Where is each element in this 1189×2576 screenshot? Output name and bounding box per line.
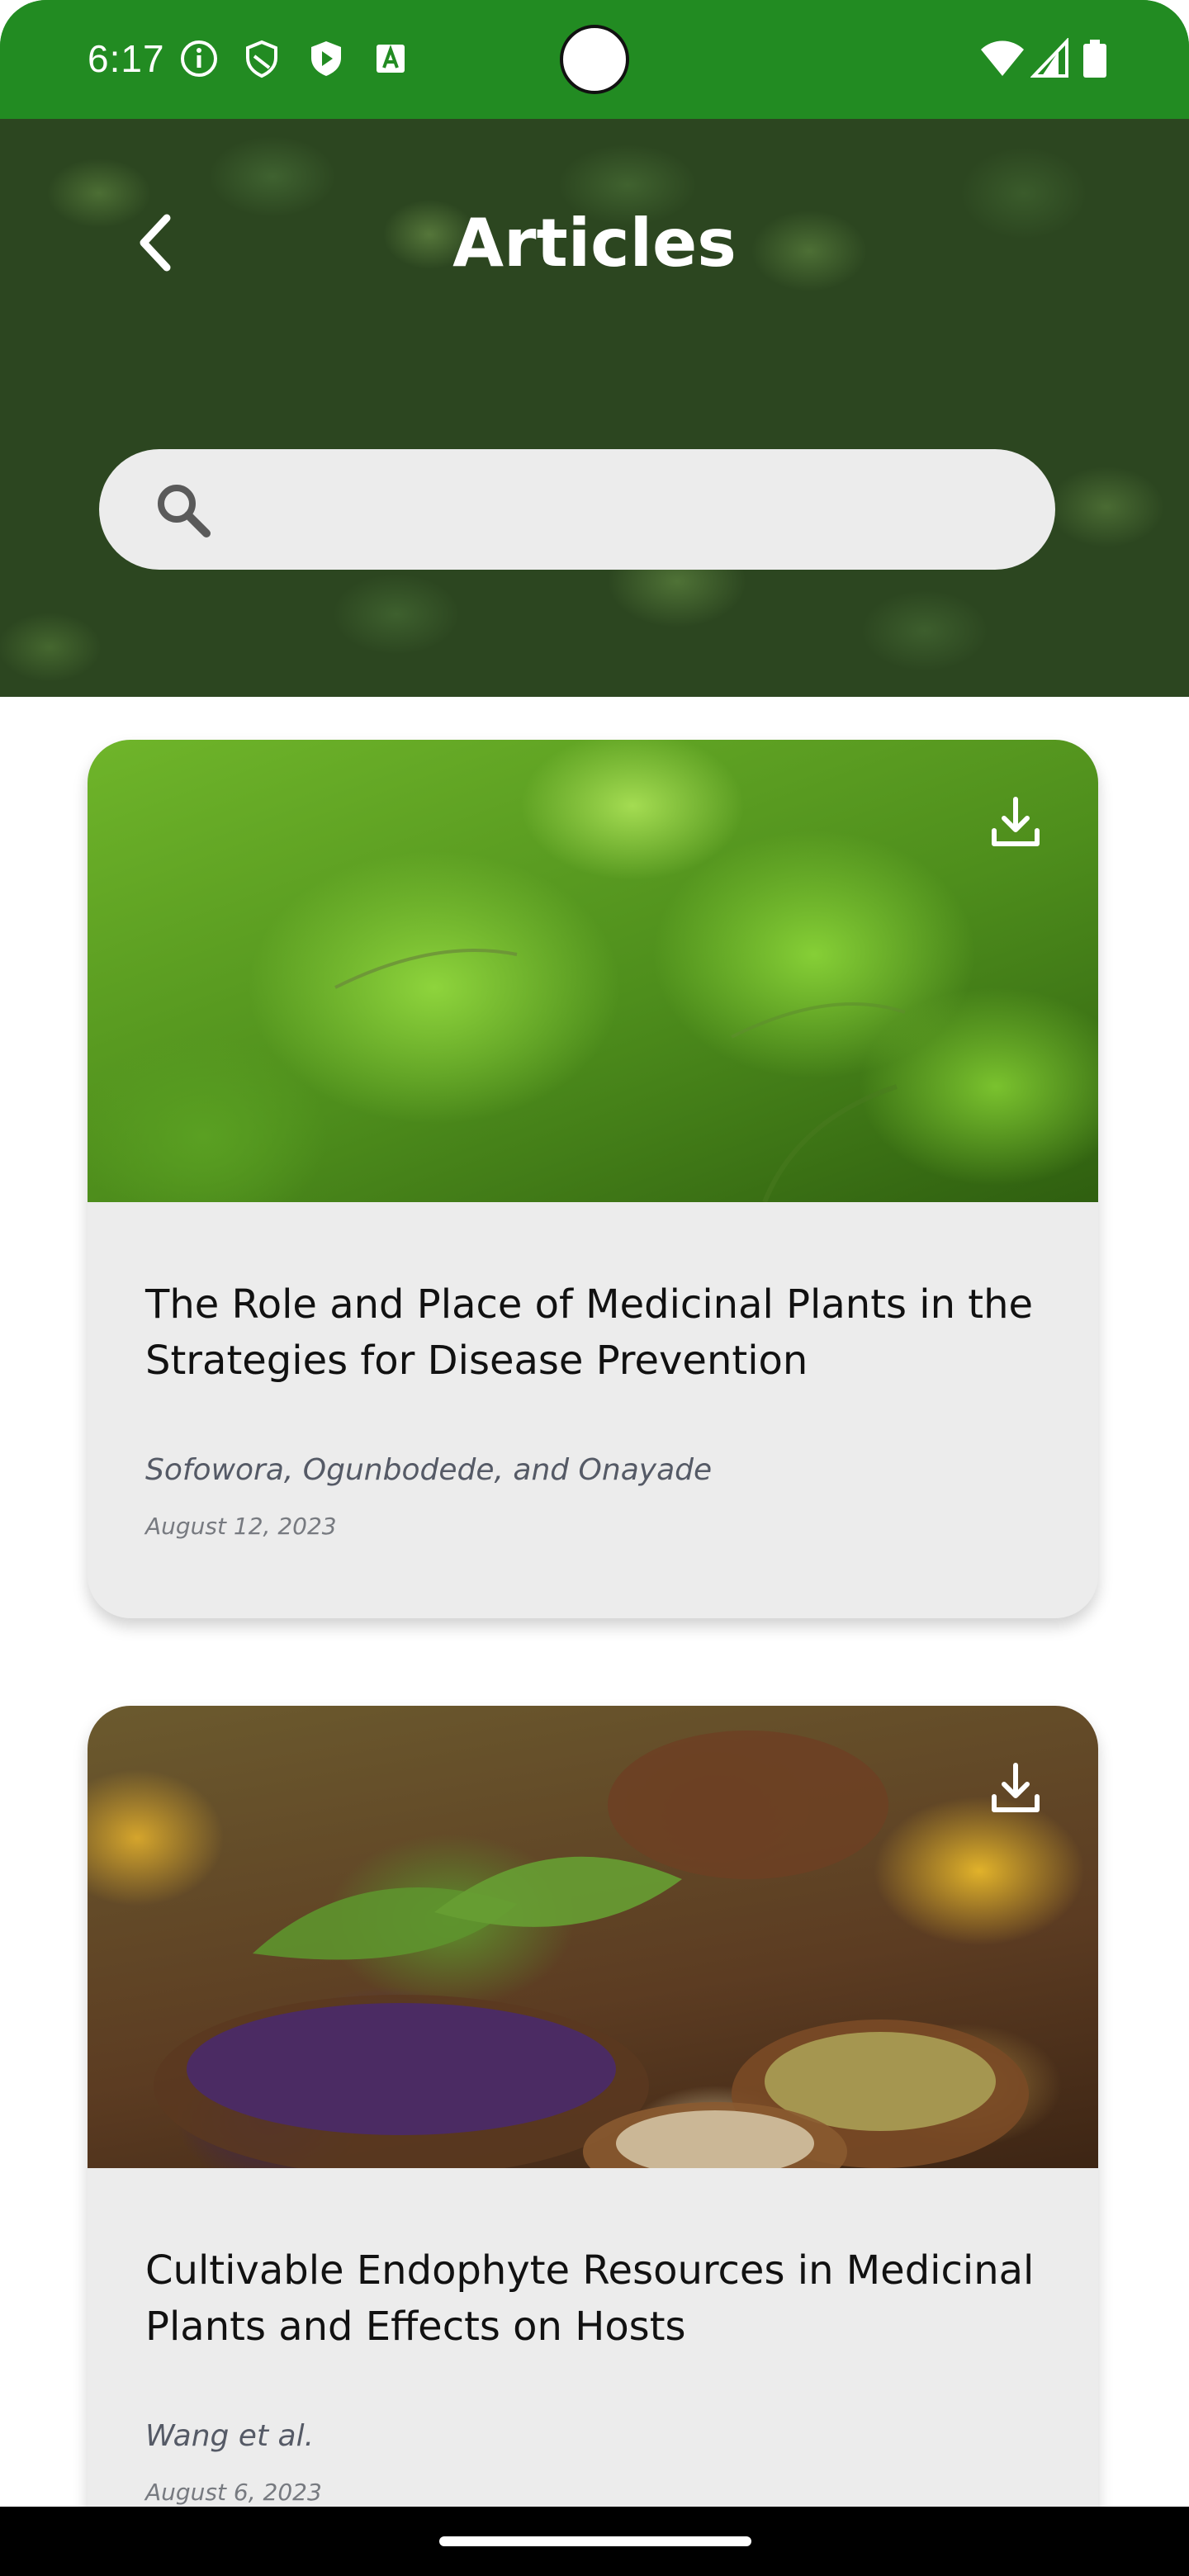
download-button[interactable] — [986, 793, 1045, 852]
download-icon — [992, 1763, 1040, 1812]
page-title: Articles — [452, 205, 737, 282]
status-bar: 6:17 — [0, 0, 1189, 119]
article-authors: Wang et al. — [145, 2419, 315, 2453]
search-icon — [158, 485, 211, 537]
article-card[interactable]: The Role and Place of Medicinal Plants i… — [88, 740, 1098, 1618]
download-button[interactable] — [986, 1759, 1045, 1818]
article-title: The Role and Place of Medicinal Plants i… — [145, 1281, 1034, 1384]
search-bar[interactable] — [99, 449, 1055, 570]
wifi-icon — [981, 40, 1024, 76]
article-date: August 12, 2023 — [145, 1513, 337, 1540]
home-gesture-handle[interactable] — [439, 2536, 751, 2546]
download-icon — [992, 797, 1040, 846]
article-date: August 6, 2023 — [145, 2479, 322, 2506]
article-authors: Sofowora, Ogunbodede, and Onayade — [145, 1453, 713, 1487]
info-icon — [181, 40, 217, 77]
navigation-bar — [0, 2507, 1189, 2576]
article-card[interactable]: Cultivable Endophyte Resources in Medici… — [88, 1706, 1098, 2576]
herb-bowls-decoration — [154, 1731, 1029, 2168]
signal-icon — [1030, 38, 1068, 78]
status-time: 6:17 — [88, 37, 165, 80]
search-input[interactable] — [239, 474, 1016, 545]
keyboard-a-icon — [377, 45, 405, 73]
battery-icon — [1083, 40, 1106, 78]
play-shield-icon — [311, 41, 341, 76]
article-body: The Role and Place of Medicinal Plants i… — [88, 1202, 1098, 1618]
header-banner: Articles — [0, 119, 1189, 697]
chevron-left-icon — [140, 214, 171, 272]
leaf-veins-decoration — [334, 949, 906, 1202]
article-title: Cultivable Endophyte Resources in Medici… — [145, 2247, 1035, 2350]
shield-icon — [246, 40, 277, 78]
article-image — [88, 1706, 1098, 2168]
camera-cutout — [560, 25, 629, 94]
back-button[interactable] — [124, 210, 190, 276]
article-image — [88, 740, 1098, 1202]
